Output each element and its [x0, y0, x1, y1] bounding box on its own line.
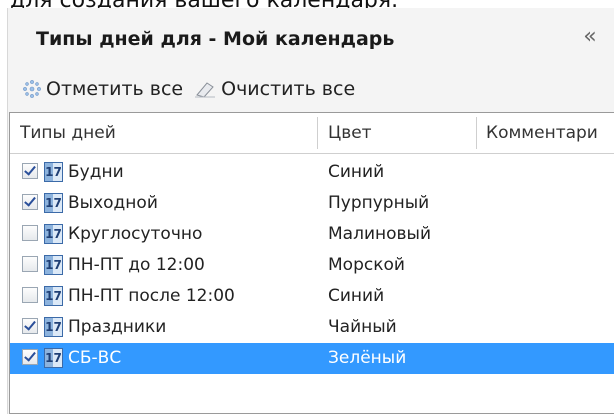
calendar-icon: 17 — [44, 348, 63, 368]
column-header-color[interactable]: Цвет — [328, 113, 468, 153]
day-type-color: Морской — [328, 255, 405, 275]
day-types-grid: Типы дней Цвет Комментари 17 Будни Синий… — [9, 112, 614, 414]
row-checkbox[interactable] — [22, 256, 38, 272]
day-type-name: СБ-ВС — [68, 348, 122, 368]
day-type-color: Зелёный — [328, 348, 407, 368]
calendar-icon: 17 — [44, 162, 63, 182]
calendar-icon: 17 — [44, 255, 63, 275]
table-row[interactable]: 17 ПН-ПТ до 12:00 Морской — [10, 250, 614, 281]
row-checkbox[interactable] — [22, 225, 38, 241]
grid-header: Типы дней Цвет Комментари — [10, 113, 614, 154]
calendar-icon: 17 — [44, 317, 63, 337]
row-checkbox[interactable] — [22, 287, 38, 303]
day-type-name: Выходной — [68, 193, 158, 213]
day-type-name: Круглосуточно — [68, 224, 203, 244]
clear-all-label: Очистить все — [221, 78, 356, 100]
row-checkbox[interactable] — [22, 194, 38, 210]
day-type-name: ПН-ПТ после 12:00 — [68, 286, 235, 306]
calendar-icon: 17 — [44, 193, 63, 213]
table-row[interactable]: 17 Будни Синий — [10, 157, 614, 188]
day-type-name: Будни — [68, 162, 124, 182]
column-header-day-types[interactable]: Типы дней — [20, 113, 310, 153]
panel-title: Типы дней для - Мой календарь — [36, 28, 395, 50]
row-checkbox[interactable] — [22, 318, 38, 334]
column-header-comment[interactable]: Комментари — [486, 113, 614, 153]
select-all-label: Отметить все — [46, 78, 184, 100]
double-chevron-left-icon: « — [583, 24, 597, 49]
column-divider[interactable] — [476, 117, 477, 149]
collapse-button[interactable]: « — [577, 24, 603, 50]
calendar-icon: 17 — [44, 286, 63, 306]
select-all-button[interactable]: Отметить все — [22, 78, 183, 100]
table-row[interactable]: 17 Праздники Чайный — [10, 312, 614, 343]
day-type-color: Синий — [328, 286, 385, 306]
table-row[interactable]: 17 СБ-ВС Зелёный — [10, 343, 614, 374]
day-type-name: ПН-ПТ до 12:00 — [68, 255, 205, 275]
day-type-color: Пурпурный — [328, 193, 430, 213]
day-type-color: Малиновый — [328, 224, 432, 244]
row-checkbox[interactable] — [22, 163, 38, 179]
day-type-color: Синий — [328, 162, 385, 182]
table-row[interactable]: 17 ПН-ПТ после 12:00 Синий — [10, 281, 614, 312]
toolbar: Отметить все Очистить все — [22, 72, 365, 106]
row-checkbox[interactable] — [22, 349, 38, 365]
day-type-color: Чайный — [328, 317, 397, 337]
calendar-icon: 17 — [44, 224, 63, 244]
sparkle-icon — [23, 80, 41, 98]
day-type-name: Праздники — [68, 317, 167, 337]
table-row[interactable]: 17 Круглосуточно Малиновый — [10, 219, 614, 250]
column-divider[interactable] — [317, 117, 318, 149]
clear-all-button[interactable]: Очистить все — [193, 78, 355, 100]
eraser-icon — [195, 82, 216, 98]
table-row[interactable]: 17 Выходной Пурпурный — [10, 188, 614, 219]
